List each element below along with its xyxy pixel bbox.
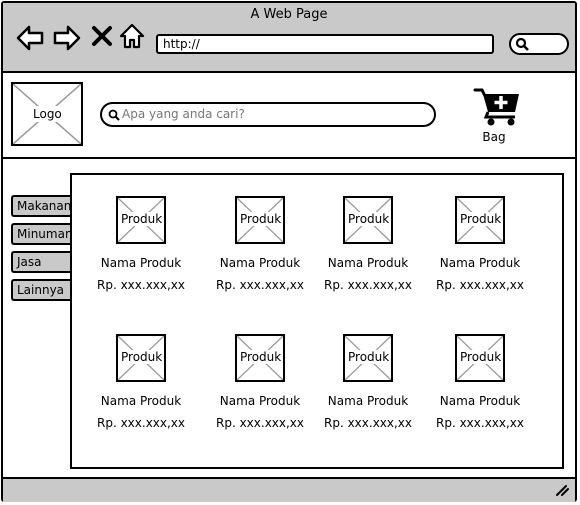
logo-placeholder[interactable]: Logo (11, 82, 83, 146)
product-price: Rp. xxx.xxx,xx (215, 416, 305, 430)
category-sidebar: Makanan Minuman Jasa Lainnya (11, 195, 73, 307)
bag-button[interactable]: Bag (472, 86, 522, 146)
arrow-left-icon[interactable] (15, 23, 45, 53)
product-price: Rp. xxx.xxx,xx (435, 416, 525, 430)
search-icon (108, 109, 120, 121)
product-price: Rp. xxx.xxx,xx (323, 278, 413, 292)
product-image-label: Produk (120, 350, 164, 364)
product-image[interactable]: Produk (116, 196, 166, 244)
sidebar-item-jasa[interactable]: Jasa (11, 251, 73, 273)
close-icon[interactable] (91, 25, 113, 47)
product-image[interactable]: Produk (455, 196, 505, 244)
browser-search-button[interactable] (509, 33, 569, 55)
product-image[interactable]: Produk (343, 196, 393, 244)
product-name[interactable]: Nama Produk (430, 394, 530, 408)
product-card[interactable]: Produk Nama Produk Rp. xxx.xxx,xx (430, 196, 530, 306)
product-price: Rp. xxx.xxx,xx (435, 278, 525, 292)
product-card[interactable]: Produk Nama Produk Rp. xxx.xxx,xx (91, 196, 191, 306)
product-card[interactable]: Produk Nama Produk Rp. xxx.xxx,xx (318, 196, 418, 306)
search-icon (515, 37, 529, 51)
product-image-label: Produk (459, 212, 503, 226)
sidebar-item-makanan[interactable]: Makanan (11, 195, 73, 217)
product-grid: Produk Nama Produk Rp. xxx.xxx,xx Produk… (70, 173, 564, 469)
resize-grip-icon[interactable] (555, 484, 569, 496)
status-bar (3, 477, 575, 502)
product-card[interactable]: Produk Nama Produk Rp. xxx.xxx,xx (91, 334, 191, 444)
browser-chrome: A Web Page http:// (3, 3, 575, 73)
product-image[interactable]: Produk (116, 334, 166, 382)
product-name[interactable]: Nama Produk (318, 256, 418, 270)
product-price: Rp. xxx.xxx,xx (96, 416, 186, 430)
product-image[interactable]: Produk (235, 334, 285, 382)
product-image-label: Produk (120, 212, 164, 226)
cart-add-icon (473, 88, 519, 126)
product-name[interactable]: Nama Produk (210, 256, 310, 270)
sidebar-item-lainnya[interactable]: Lainnya (11, 279, 73, 301)
header-divider (3, 157, 575, 159)
product-price: Rp. xxx.xxx,xx (323, 416, 413, 430)
product-name[interactable]: Nama Produk (430, 256, 530, 270)
product-image[interactable]: Produk (455, 334, 505, 382)
product-card[interactable]: Produk Nama Produk Rp. xxx.xxx,xx (318, 334, 418, 444)
product-search-bar[interactable] (100, 102, 436, 127)
bag-label: Bag (482, 130, 506, 144)
address-bar[interactable]: http:// (156, 34, 494, 54)
sidebar-item-minuman[interactable]: Minuman (11, 223, 73, 245)
arrow-right-icon[interactable] (52, 23, 82, 53)
product-image-label: Produk (347, 350, 391, 364)
product-price: Rp. xxx.xxx,xx (96, 278, 186, 292)
logo-label: Logo (31, 106, 64, 122)
product-image[interactable]: Produk (235, 196, 285, 244)
product-image[interactable]: Produk (343, 334, 393, 382)
product-card[interactable]: Produk Nama Produk Rp. xxx.xxx,xx (430, 334, 530, 444)
product-image-label: Produk (239, 350, 283, 364)
product-image-label: Produk (239, 212, 283, 226)
product-name[interactable]: Nama Produk (91, 394, 191, 408)
product-image-label: Produk (347, 212, 391, 226)
product-name[interactable]: Nama Produk (318, 394, 418, 408)
product-image-label: Produk (459, 350, 503, 364)
product-card[interactable]: Produk Nama Produk Rp. xxx.xxx,xx (210, 334, 310, 444)
home-icon[interactable] (118, 22, 146, 50)
product-price: Rp. xxx.xxx,xx (215, 278, 305, 292)
product-card[interactable]: Produk Nama Produk Rp. xxx.xxx,xx (210, 196, 310, 306)
search-input[interactable] (122, 105, 422, 123)
product-name[interactable]: Nama Produk (210, 394, 310, 408)
window-title: A Web Page (250, 7, 328, 22)
address-bar-url: http:// (163, 37, 200, 51)
product-name[interactable]: Nama Produk (91, 256, 191, 270)
